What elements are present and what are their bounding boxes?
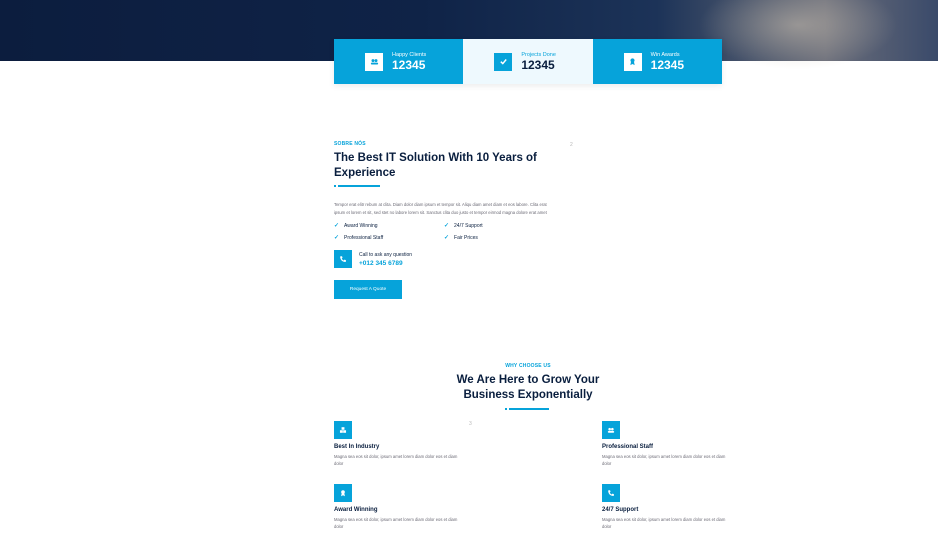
- check-icon: ✓: [334, 235, 340, 241]
- feature-best-in-industry: Best In Industry Magna sea eos sit dolor…: [334, 421, 464, 467]
- title-line-1: The Best IT Solution With 10 Years of: [334, 152, 537, 164]
- feature-professional-staff: Professional Staff Magna sea eos sit dol…: [602, 421, 732, 467]
- stat-happy-clients: Happy Clients 12345: [334, 39, 464, 84]
- check-icon: ✓: [444, 223, 450, 229]
- award-icon: [334, 484, 352, 502]
- feature-title: 24/7 Support: [602, 507, 639, 513]
- feature-title: Award Winning: [334, 507, 378, 513]
- feature-description: Magna sea eos sit dolor, ipsum amet lore…: [334, 517, 458, 529]
- checklist-item: ✓ Award Winning: [334, 222, 378, 230]
- about-paragraph: Tempor erat elitr rebum at clita. Diam d…: [334, 202, 547, 215]
- feature-description: Magna sea eos sit dolor, ipsum amet lore…: [602, 517, 726, 529]
- about-section: SOBRE NÓS The Best IT Solution With 10 Y…: [334, 141, 574, 299]
- feature-description: Magna sea eos sit dolor, ipsum amet lore…: [602, 454, 726, 466]
- feature-description: Magna sea eos sit dolor, ipsum amet lore…: [334, 454, 458, 466]
- feature-title: Professional Staff: [602, 444, 654, 450]
- broken-image-placeholder: 3: [469, 421, 472, 427]
- award-icon: [623, 52, 642, 71]
- feature-247-support: 24/7 Support Magna sea eos sit dolor, ip…: [602, 484, 732, 530]
- title-line-2: Experience: [334, 167, 396, 179]
- section-title: The Best IT Solution With 10 Years of Ex…: [334, 151, 574, 181]
- feature-title: Best In Industry: [334, 444, 380, 450]
- title-underline: [505, 408, 551, 411]
- users-icon: [602, 421, 620, 439]
- section-tag: WHY CHOOSE US: [505, 363, 551, 369]
- title-underline: [334, 185, 380, 188]
- call-block: Call to ask any question +012 345 6789: [334, 250, 574, 268]
- request-quote-button[interactable]: Request A Quote: [334, 280, 402, 299]
- phone-icon: [602, 484, 620, 502]
- check-icon: ✓: [444, 235, 450, 241]
- stats-bar: Happy Clients 12345 Projects Done 12345 …: [334, 39, 722, 84]
- stat-projects-done: Projects Done 12345: [463, 39, 593, 84]
- section-title: We Are Here to Grow Your Business Expone…: [428, 373, 628, 403]
- stat-win-awards: Win Awards 12345: [592, 39, 722, 84]
- stat-value: 12345: [521, 57, 555, 72]
- title-line-1: We Are Here to Grow Your: [456, 374, 600, 386]
- stat-value: 12345: [392, 57, 426, 72]
- feature-checklist: ✓ Award Winning ✓ 24/7 Support ✓ Profession…: [334, 222, 574, 242]
- section-tag: SOBRE NÓS: [334, 141, 366, 147]
- why-choose-header: WHY CHOOSE US We Are Here to Grow Your B…: [428, 363, 628, 411]
- phone-icon: [334, 250, 352, 268]
- users-icon: [365, 52, 383, 71]
- check-icon: [494, 52, 513, 71]
- feature-award-winning: Award Winning Magna sea eos sit dolor, i…: [334, 484, 464, 530]
- cubes-icon: [334, 421, 352, 439]
- checklist-item: ✓ 24/7 Support: [444, 222, 483, 230]
- phone-number[interactable]: +012 345 6789: [359, 260, 412, 267]
- checklist-item: ✓ Fair Prices: [444, 234, 478, 242]
- hero-image-highlight: [698, 0, 898, 70]
- title-line-2: Business Exponentially: [463, 389, 593, 401]
- call-label: Call to ask any question: [359, 251, 413, 258]
- broken-image-placeholder: 2: [570, 142, 573, 148]
- checklist-item: ✓ Professional Staff: [334, 234, 384, 242]
- stat-value: 12345: [650, 57, 685, 72]
- check-icon: ✓: [334, 223, 340, 229]
